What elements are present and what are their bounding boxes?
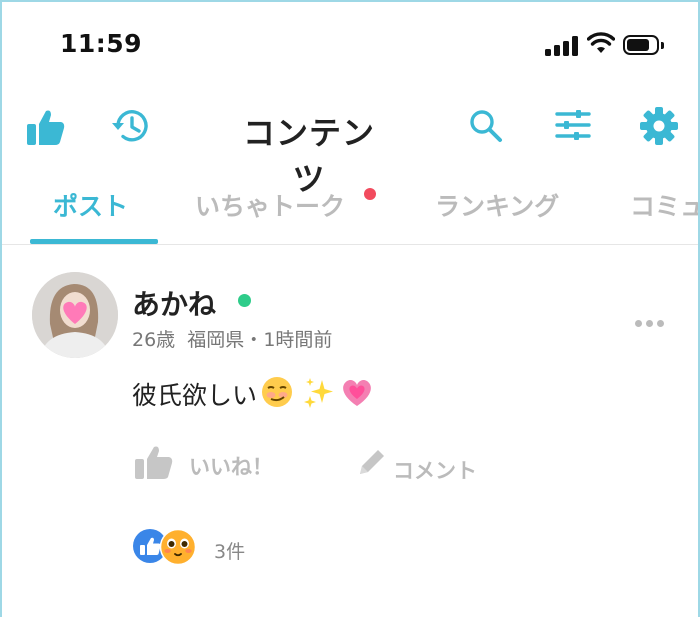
history-icon[interactable] bbox=[110, 106, 152, 146]
notification-badge bbox=[364, 188, 376, 200]
growing-heart-icon bbox=[343, 379, 371, 406]
gear-icon[interactable] bbox=[639, 106, 679, 146]
blushing-face-reaction-icon bbox=[159, 528, 197, 566]
post-text: 彼氏欲しい bbox=[132, 381, 258, 410]
user-location: 福岡県 bbox=[187, 329, 245, 351]
like-button[interactable]: いいね！ bbox=[189, 451, 273, 481]
tab-icha-talk[interactable]: いちゃトーク bbox=[195, 187, 345, 223]
cellular-signal-icon bbox=[545, 36, 579, 56]
reaction-count[interactable]: 3件 bbox=[214, 537, 245, 564]
username[interactable]: あかね bbox=[132, 283, 216, 323]
smirking-face-icon bbox=[262, 377, 292, 407]
post-time: 1時間前 bbox=[263, 329, 333, 351]
search-icon[interactable] bbox=[469, 109, 503, 143]
app-screen: 11:59 コンテンツ ポスト いちゃトーク ランキング コミュ あかね 26歳… bbox=[0, 0, 700, 617]
battery-icon bbox=[623, 35, 665, 57]
tab-post[interactable]: ポスト bbox=[53, 187, 128, 223]
user-age: 26歳 bbox=[132, 329, 176, 351]
avatar[interactable] bbox=[32, 272, 118, 358]
filter-sliders-icon[interactable] bbox=[555, 109, 591, 141]
tab-ranking[interactable]: ランキング bbox=[435, 187, 559, 223]
sparkles-icon bbox=[304, 378, 333, 408]
wifi-icon bbox=[587, 32, 615, 53]
pencil-icon[interactable] bbox=[356, 446, 388, 478]
meta-separator: ・ bbox=[244, 329, 264, 351]
comment-button[interactable]: コメント bbox=[393, 455, 477, 485]
status-time: 11:59 bbox=[60, 29, 143, 58]
thumbs-up-icon[interactable] bbox=[26, 108, 66, 146]
post-meta: 26歳 福岡県・1時間前 bbox=[132, 325, 332, 352]
like-icon[interactable] bbox=[134, 444, 174, 480]
tab-divider bbox=[2, 244, 698, 245]
online-status-dot bbox=[238, 294, 251, 307]
tab-community[interactable]: コミュ bbox=[630, 187, 698, 223]
more-options-icon[interactable] bbox=[635, 312, 668, 331]
